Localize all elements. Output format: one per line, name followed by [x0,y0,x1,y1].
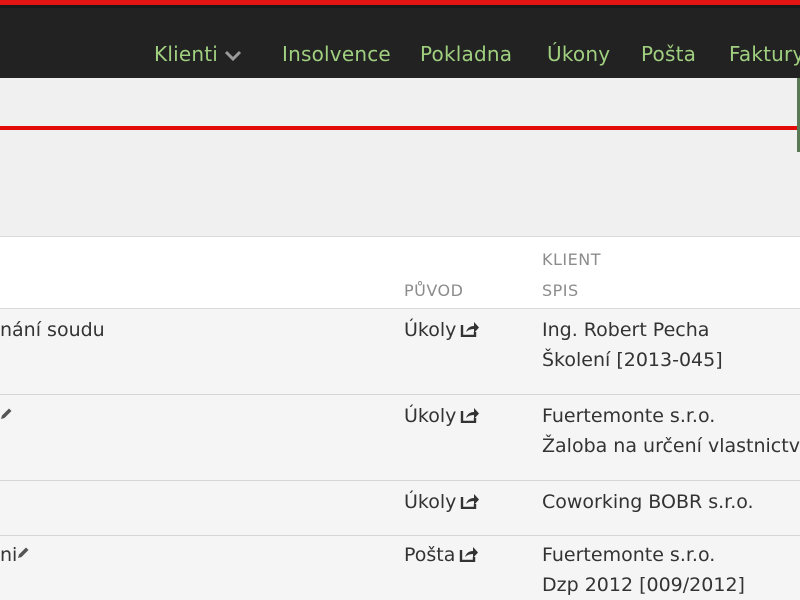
row-client[interactable]: Coworking BOBR s.r.o. [542,491,754,513]
row-client[interactable]: Fuertemonte s.r.o. [542,405,715,427]
nav-item-klienti[interactable]: Klienti [154,42,242,66]
row-origin: Úkoly [404,491,480,513]
row-client[interactable]: Fuertemonte s.r.o. [542,544,715,566]
row-origin-label: Úkoly [404,319,457,341]
row-description [0,405,13,427]
main-nav: Klienti Insolvence Pokladna Úkony Pošta … [0,42,800,72]
column-header-spis[interactable]: SPIS [542,281,579,300]
column-header-puvod[interactable]: PŮVOD [404,281,463,300]
table-row[interactable]: Úkoly Fuertemonte s.r.o. Žaloba na určen… [0,395,800,481]
row-client[interactable]: Ing. Robert Pecha [542,319,709,341]
row-origin-label: Pošta [404,544,456,566]
column-header-klient[interactable]: KLIENT [542,250,601,269]
row-origin: Úkoly [404,405,480,427]
row-origin: Úkoly [404,319,480,341]
table-header: PŮVOD KLIENT SPIS [0,237,800,309]
share-icon[interactable] [460,407,480,423]
nav-item-insolvence[interactable]: Insolvence [282,42,391,66]
row-file[interactable]: Žaloba na určení vlastnictví [542,435,800,457]
nav-item-ukony[interactable]: Úkony [547,42,610,66]
sub-header [0,78,800,238]
row-description: ni [0,544,30,566]
row-file[interactable]: Školení [2013-045] [542,349,723,371]
nav-item-pokladna[interactable]: Pokladna [420,42,512,66]
share-icon[interactable] [460,493,480,509]
pencil-icon[interactable] [17,546,30,559]
table-row[interactable]: ni Pošta Fuertemonte s.r.o. Dzp 2012 [00… [0,536,800,600]
nav-item-posta[interactable]: Pošta [641,42,696,66]
row-origin-label: Úkoly [404,405,457,427]
pencil-icon[interactable] [0,407,13,420]
row-origin-label: Úkoly [404,491,457,513]
row-file[interactable]: Dzp 2012 [009/2012] [542,574,745,596]
table-row[interactable]: nání soudu Úkoly Ing. Robert Pecha Škole… [0,309,800,395]
share-icon[interactable] [459,546,479,562]
tasks-table: PŮVOD KLIENT SPIS nání soudu Úkoly Ing. … [0,236,800,600]
chevron-down-icon [224,50,242,61]
row-description-text: ni [0,544,18,566]
row-origin: Pošta [404,544,479,566]
share-icon[interactable] [460,321,480,337]
nav-item-label: Klienti [154,42,219,66]
red-divider [0,126,800,130]
nav-item-faktury[interactable]: Faktury [729,42,800,66]
table-row[interactable]: Úkoly Coworking BOBR s.r.o. [0,481,800,536]
row-description: nání soudu [0,319,105,341]
top-navbar: Klienti Insolvence Pokladna Úkony Pošta … [0,0,800,78]
